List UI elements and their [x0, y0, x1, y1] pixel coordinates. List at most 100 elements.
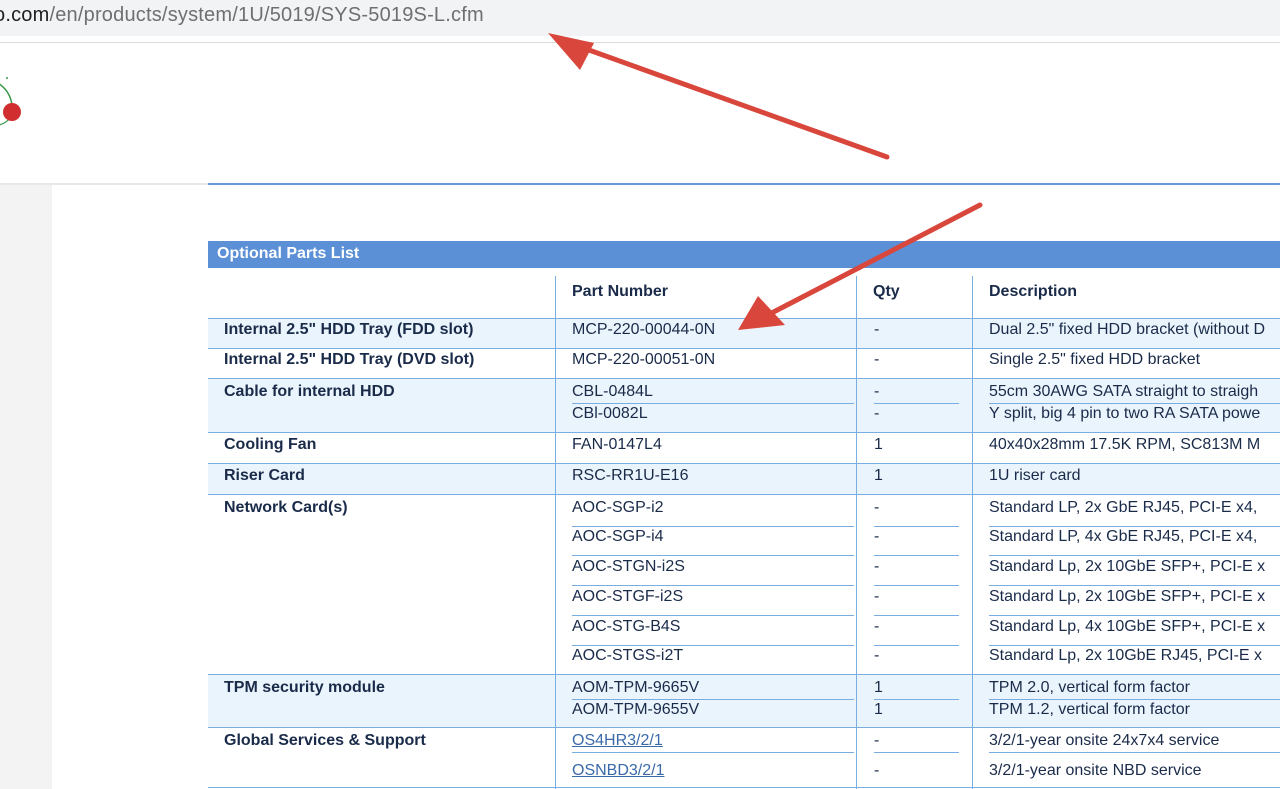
content-top-rule	[208, 183, 1280, 185]
sub-row-divider	[572, 645, 854, 646]
qty-value: 1	[874, 467, 883, 484]
part-number: AOC-SGP-i4	[572, 528, 664, 545]
sub-row-divider	[989, 403, 1280, 404]
description-value: Y split, big 4 pin to two RA SATA powe	[989, 405, 1261, 422]
row-label: Global Services & Support	[224, 732, 426, 749]
table-row: Cable for internal HDD CBL-0484L - 55cm 30A…	[208, 378, 1280, 432]
qty-value: -	[874, 647, 880, 664]
description-value: Standard LP, 4x GbE RJ45, PCI-E x4,	[989, 528, 1258, 545]
row-divider	[208, 463, 1280, 464]
table-row: Network Card(s) AOC-SGP-i2 - Standard LP, 2…	[208, 494, 1280, 674]
description-value: Standard LP, 2x GbE RJ45, PCI-E x4,	[989, 499, 1258, 516]
row-divider	[208, 432, 1280, 433]
qty-value: -	[874, 588, 880, 605]
url-text[interactable]: o.com/en/products/system/1U/5019/SYS-501…	[0, 4, 484, 27]
sub-row-divider	[572, 615, 854, 616]
qty-value: -	[874, 528, 880, 545]
row-divider	[208, 318, 1280, 319]
description-value: Standard Lp, 4x 10GbE SFP+, PCI-E x	[989, 618, 1266, 635]
sub-row-divider	[874, 526, 959, 527]
row-divider	[208, 378, 1280, 379]
part-number: AOC-STG-B4S	[572, 618, 681, 635]
description-value: Standard Lp, 2x 10GbE SFP+, PCI-E x	[989, 588, 1266, 605]
qty-value: -	[874, 499, 880, 516]
part-number: FAN-0147L4	[572, 436, 662, 453]
table-row: Internal 2.5" HDD Tray (DVD slot) MCP-220…	[208, 348, 1280, 378]
table-row: TPM security module AOM-TPM-9665V 1 TPM 2.0…	[208, 674, 1280, 727]
part-number-link[interactable]: OSNBD3/2/1	[572, 762, 664, 780]
description-value: 3/2/1-year onsite NBD service	[989, 762, 1202, 779]
table-bottom-border	[208, 787, 1280, 788]
qty-value: -	[874, 618, 880, 635]
part-number: CBL-0484L	[572, 383, 653, 400]
url-path: /en/products/system/1U/5019/SYS-5019S-L.…	[49, 4, 484, 26]
sub-row-divider	[874, 752, 959, 753]
sub-row-divider	[572, 403, 854, 404]
company-logo-icon[interactable]	[0, 68, 30, 138]
sub-row-divider	[572, 585, 854, 586]
qty-value: -	[874, 351, 880, 368]
left-gutter	[0, 185, 52, 789]
header-qty: Qty	[873, 283, 900, 300]
header-part-number: Part Number	[572, 283, 669, 300]
part-number: AOC-STGF-i2S	[572, 588, 684, 605]
row-divider	[208, 348, 1280, 349]
description-value: Standard Lp, 2x 10GbE RJ45, PCI-E x	[989, 647, 1263, 664]
sub-row-divider	[989, 752, 1280, 753]
row-label: Riser Card	[224, 467, 305, 484]
part-number: AOC-STGN-i2S	[572, 558, 685, 575]
optional-parts-header-bar: Optional Parts List	[208, 241, 1280, 268]
column-separator	[972, 276, 973, 789]
table-header-row: Part Number Qty Description	[208, 268, 1280, 318]
sub-row-divider	[989, 645, 1280, 646]
qty-value: -	[874, 405, 880, 422]
table-row: Riser Card RSC-RR1U-E16 1 1U riser card	[208, 463, 1280, 494]
row-label: Network Card(s)	[224, 499, 348, 516]
sub-row-divider	[874, 645, 959, 646]
row-divider	[208, 674, 1280, 675]
row-divider	[208, 727, 1280, 728]
description-value: Dual 2.5" fixed HDD bracket (without D	[989, 321, 1266, 338]
qty-value: -	[874, 762, 880, 779]
part-number: MCP-220-00044-0N	[572, 321, 716, 338]
row-label: Cooling Fan	[224, 436, 317, 453]
sub-row-divider	[989, 615, 1280, 616]
table-row: Internal 2.5" HDD Tray (FDD slot) MCP-220…	[208, 318, 1280, 348]
sub-row-divider	[989, 526, 1280, 527]
description-value: Standard Lp, 2x 10GbE SFP+, PCI-E x	[989, 558, 1266, 575]
qty-value: 1	[874, 679, 883, 696]
row-divider	[208, 494, 1280, 495]
part-number: AOM-TPM-9665V	[572, 679, 700, 696]
qty-value: -	[874, 383, 880, 400]
qty-value: -	[874, 321, 880, 338]
sub-row-divider	[874, 615, 959, 616]
description-value: Single 2.5" fixed HDD bracket	[989, 351, 1201, 368]
header-description: Description	[989, 283, 1078, 300]
row-label: TPM security module	[224, 679, 385, 696]
description-value: 1U riser card	[989, 467, 1081, 484]
sub-row-divider	[989, 699, 1280, 700]
description-value: TPM 2.0, vertical form factor	[989, 679, 1190, 696]
row-label: Internal 2.5" HDD Tray (FDD slot)	[224, 321, 474, 338]
column-separator	[555, 276, 556, 789]
row-label: Cable for internal HDD	[224, 383, 395, 400]
part-number: AOC-STGS-i2T	[572, 647, 684, 664]
url-domain: o.com	[0, 4, 50, 26]
sub-row-divider	[874, 585, 959, 586]
table-row: Global Services & Support OS4HR3/2/1 - 3/2/…	[208, 727, 1280, 787]
sub-row-divider	[989, 585, 1280, 586]
part-number: AOM-TPM-9655V	[572, 701, 700, 718]
part-number: MCP-220-00051-0N	[572, 351, 716, 368]
sub-row-divider	[874, 403, 959, 404]
part-number: RSC-RR1U-E16	[572, 467, 689, 484]
sub-row-divider	[572, 555, 854, 556]
description-value: TPM 1.2, vertical form factor	[989, 701, 1190, 718]
sub-row-divider	[572, 752, 854, 753]
part-number-link[interactable]: OS4HR3/2/1	[572, 732, 663, 750]
qty-value: -	[874, 558, 880, 575]
part-number: AOC-SGP-i2	[572, 499, 664, 516]
row-label: Internal 2.5" HDD Tray (DVD slot)	[224, 351, 475, 368]
section-title: Optional Parts List	[217, 245, 360, 262]
browser-address-bar[interactable]: o.com/en/products/system/1U/5019/SYS-501…	[0, 0, 1280, 36]
qty-value: -	[874, 732, 880, 749]
